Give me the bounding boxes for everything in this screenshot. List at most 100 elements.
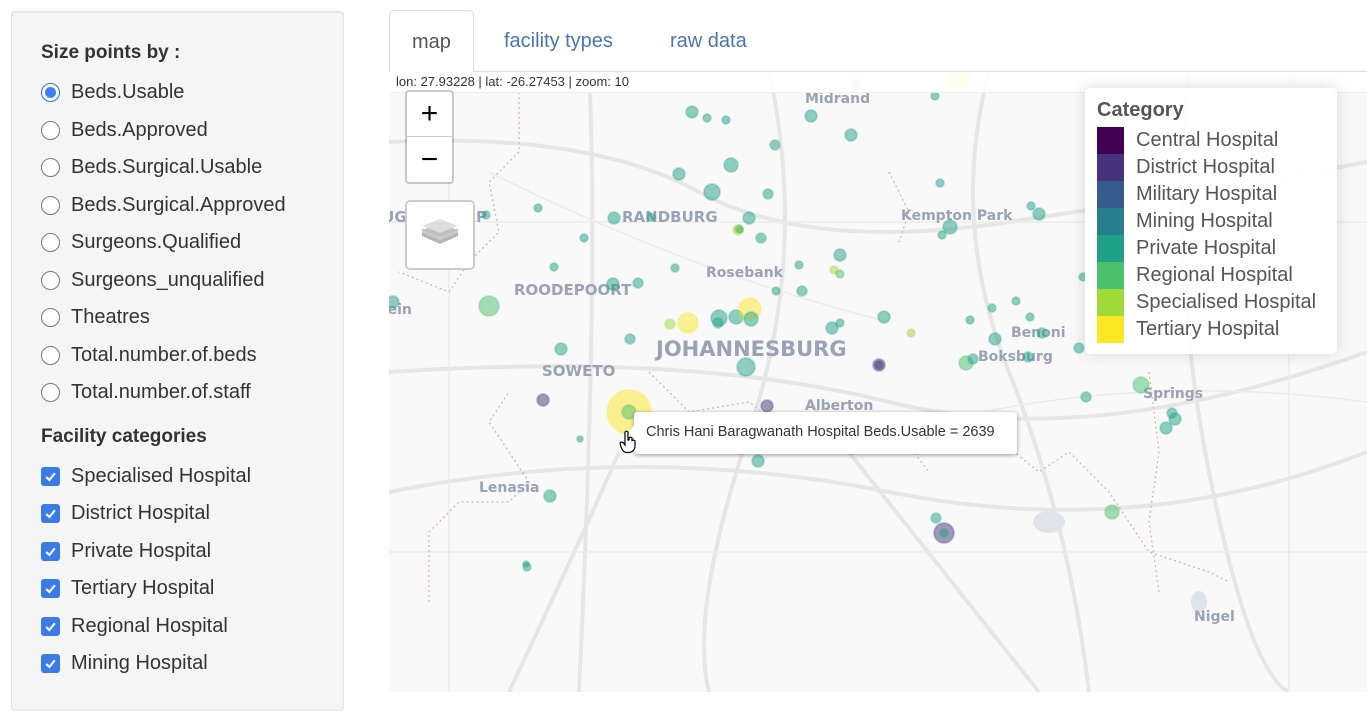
facility-marker[interactable] xyxy=(607,211,621,225)
facility-marker[interactable] xyxy=(522,560,530,568)
facility-marker[interactable] xyxy=(721,115,731,125)
facility-marker[interactable] xyxy=(536,393,550,407)
radio-button[interactable] xyxy=(41,270,60,290)
zoom-in-button[interactable]: + xyxy=(407,92,452,137)
size-option-beds-usable[interactable]: Beds.Usable xyxy=(41,74,343,112)
facility-marker[interactable] xyxy=(1025,312,1035,322)
facility-marker[interactable] xyxy=(576,435,584,443)
facility-marker[interactable] xyxy=(703,183,721,201)
facility-marker[interactable] xyxy=(877,310,891,324)
size-option-surgeons-unqualified[interactable]: Surgeons_unqualified xyxy=(41,262,343,300)
facility-marker[interactable] xyxy=(702,113,712,123)
facility-marker[interactable] xyxy=(1011,296,1021,306)
tab-facility-types[interactable]: facility types xyxy=(482,10,635,72)
facility-marker[interactable] xyxy=(794,260,804,270)
size-option-beds-surgical-approved[interactable]: Beds.Surgical.Approved xyxy=(41,187,343,225)
facility-marker[interactable] xyxy=(935,178,945,188)
facility-marker[interactable] xyxy=(760,399,774,413)
facility-marker[interactable] xyxy=(835,318,845,328)
facility-marker[interactable] xyxy=(742,211,756,225)
facility-marker[interactable] xyxy=(478,295,500,317)
facility-marker[interactable] xyxy=(1073,342,1085,354)
facility-marker[interactable] xyxy=(1159,421,1173,435)
facility-marker[interactable] xyxy=(796,285,808,297)
category-option-district-hospital[interactable]: District Hospital xyxy=(41,495,343,533)
radio-button[interactable] xyxy=(41,308,60,328)
radio-button[interactable] xyxy=(41,120,60,140)
facility-marker[interactable] xyxy=(835,269,845,279)
facility-marker[interactable] xyxy=(874,360,884,370)
facility-marker[interactable] xyxy=(762,188,774,200)
facility-marker[interactable] xyxy=(844,128,858,142)
facility-marker[interactable] xyxy=(677,312,699,334)
facility-marker[interactable] xyxy=(771,286,781,296)
map-view[interactable]: Midrand RANDBURG Kempton Park Rosebank R… xyxy=(389,72,1367,692)
size-option-theatres[interactable]: Theatres xyxy=(41,299,343,337)
checkbox[interactable] xyxy=(41,504,60,524)
tab-raw-data[interactable]: raw data xyxy=(648,10,769,72)
facility-marker[interactable] xyxy=(554,342,568,356)
facility-marker[interactable] xyxy=(906,328,916,338)
checkbox[interactable] xyxy=(41,541,60,561)
facility-marker[interactable] xyxy=(769,139,781,151)
facility-marker[interactable] xyxy=(930,91,940,101)
facility-marker[interactable] xyxy=(1026,201,1036,211)
checkbox[interactable] xyxy=(41,466,60,486)
facility-marker[interactable] xyxy=(743,311,759,327)
category-option-mining-hospital[interactable]: Mining Hospital xyxy=(41,645,343,683)
layers-control-button[interactable] xyxy=(405,200,475,270)
zoom-out-button[interactable]: − xyxy=(407,137,452,182)
facility-marker[interactable] xyxy=(606,277,620,291)
facility-marker[interactable] xyxy=(833,248,847,262)
radio-button[interactable] xyxy=(41,158,60,178)
facility-marker[interactable] xyxy=(965,315,975,325)
facility-marker[interactable] xyxy=(930,512,942,524)
radio-button[interactable] xyxy=(41,233,60,253)
size-option-beds-surgical-usable[interactable]: Beds.Surgical.Usable xyxy=(41,149,343,187)
radio-button[interactable] xyxy=(41,195,60,215)
facility-marker[interactable] xyxy=(1104,504,1120,520)
category-option-specialised-hospital[interactable]: Specialised Hospital xyxy=(41,458,343,496)
category-option-private-hospital[interactable]: Private Hospital xyxy=(41,533,343,571)
facility-marker[interactable] xyxy=(579,233,589,243)
facility-marker[interactable] xyxy=(389,295,400,309)
facility-marker[interactable] xyxy=(632,277,644,289)
facility-marker[interactable] xyxy=(939,528,949,538)
facility-marker[interactable] xyxy=(672,167,686,181)
facility-marker[interactable] xyxy=(685,105,699,119)
facility-marker[interactable] xyxy=(723,157,739,173)
facility-marker[interactable] xyxy=(670,263,680,273)
radio-button[interactable] xyxy=(41,345,60,365)
category-option-tertiary-hospital[interactable]: Tertiary Hospital xyxy=(41,570,343,608)
size-option-surgeons-qualified[interactable]: Surgeons.Qualified xyxy=(41,224,343,262)
facility-marker[interactable] xyxy=(988,332,1002,346)
facility-marker[interactable] xyxy=(736,357,756,377)
facility-marker[interactable] xyxy=(1036,327,1048,339)
facility-marker[interactable] xyxy=(646,212,656,222)
facility-marker[interactable] xyxy=(1080,391,1092,403)
size-option-beds-approved[interactable]: Beds.Approved xyxy=(41,112,343,150)
facility-marker[interactable] xyxy=(987,303,997,313)
checkbox[interactable] xyxy=(41,654,60,674)
facility-marker[interactable] xyxy=(942,219,958,235)
facility-marker[interactable] xyxy=(481,210,491,220)
facility-marker[interactable] xyxy=(732,224,744,236)
checkbox[interactable] xyxy=(41,616,60,636)
category-option-regional-hospital[interactable]: Regional Hospital xyxy=(41,608,343,646)
facility-marker[interactable] xyxy=(664,318,676,330)
facility-marker[interactable] xyxy=(712,317,724,329)
facility-marker[interactable] xyxy=(543,489,557,503)
facility-marker[interactable] xyxy=(1022,351,1034,363)
size-option-total-number-of-staff[interactable]: Total.number.of.staff xyxy=(41,374,343,412)
facility-marker[interactable] xyxy=(804,109,818,123)
facility-marker[interactable] xyxy=(624,333,636,345)
facility-marker[interactable] xyxy=(1132,376,1150,394)
size-option-total-number-of-beds[interactable]: Total.number.of.beds xyxy=(41,337,343,375)
facility-marker[interactable] xyxy=(1032,207,1046,221)
facility-marker[interactable] xyxy=(533,203,543,213)
facility-marker[interactable] xyxy=(967,353,979,365)
facility-marker[interactable] xyxy=(549,262,559,272)
radio-button[interactable] xyxy=(41,383,60,403)
facility-marker[interactable] xyxy=(751,454,765,468)
facility-marker[interactable] xyxy=(755,232,767,244)
